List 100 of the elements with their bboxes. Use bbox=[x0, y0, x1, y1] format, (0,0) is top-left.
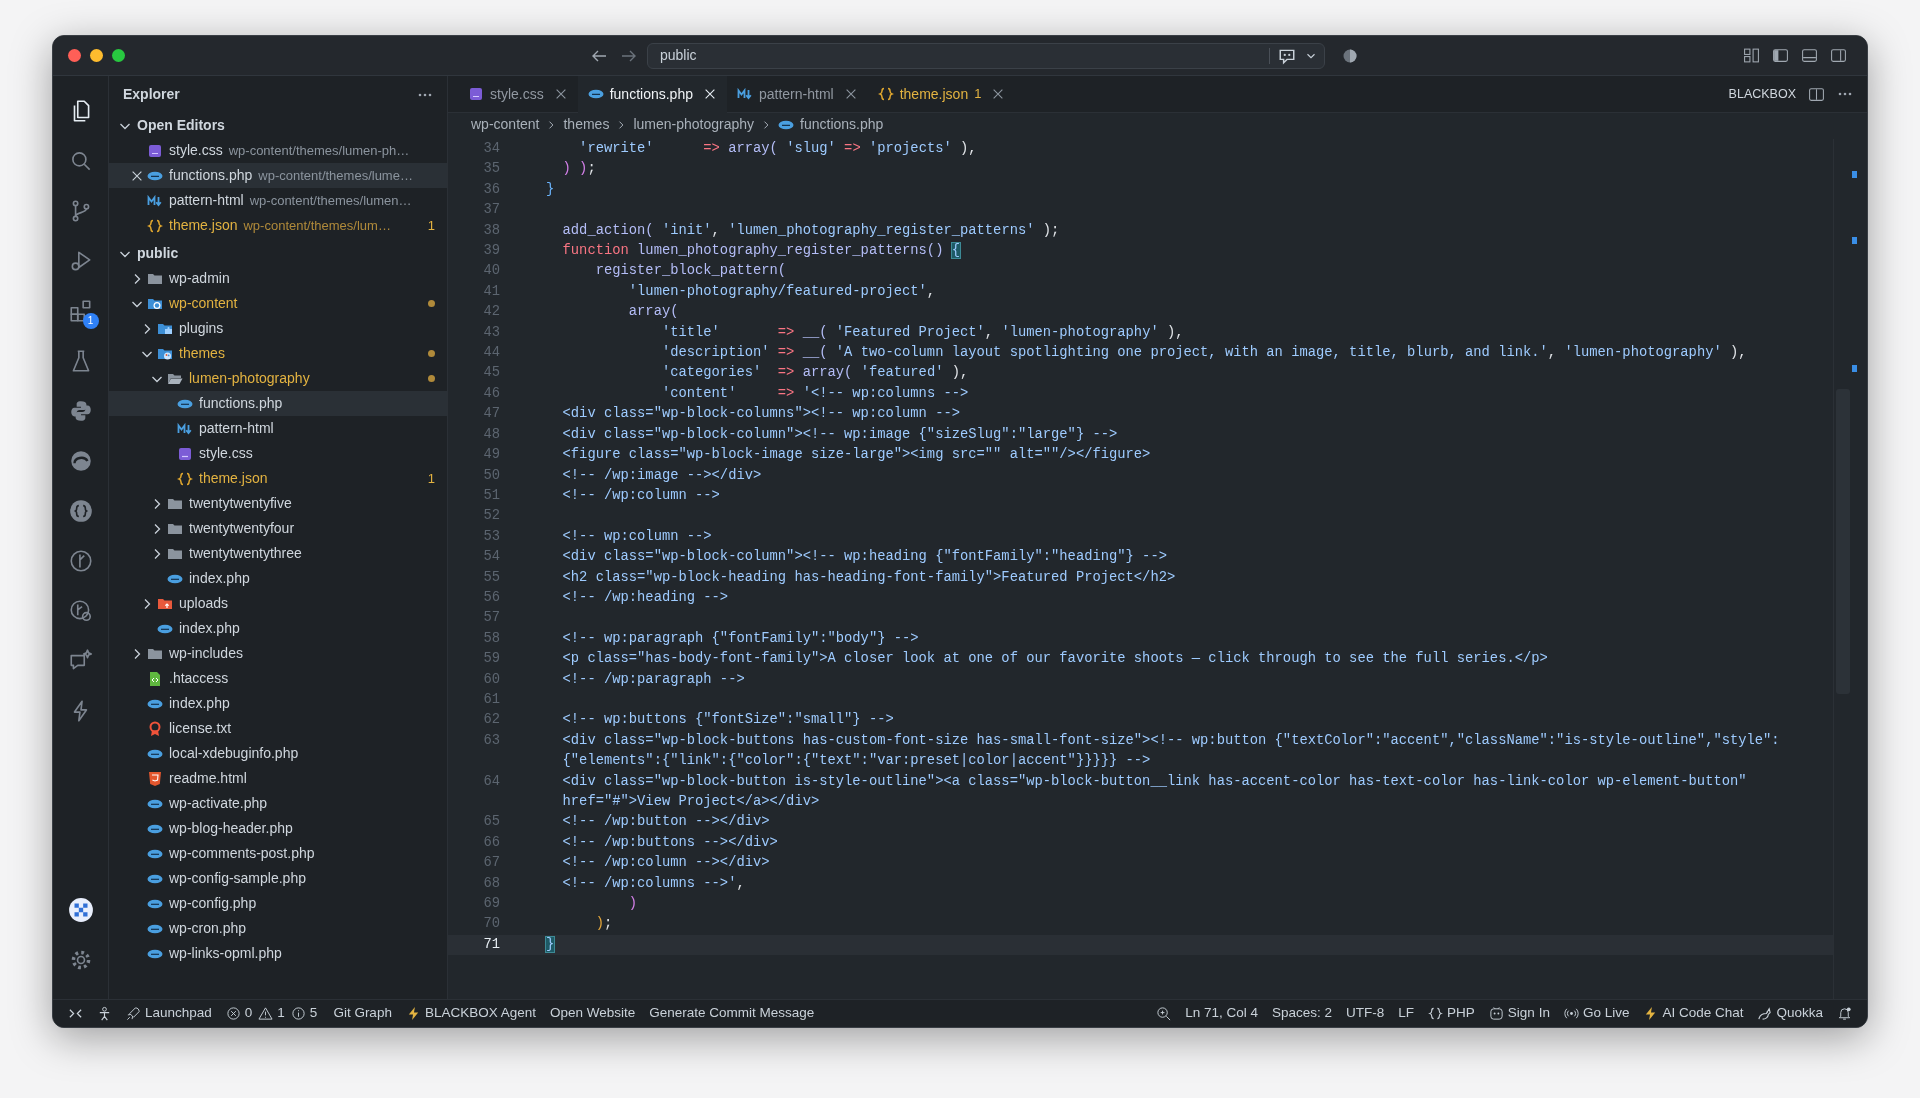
layout-icon[interactable] bbox=[1743, 47, 1760, 64]
braces-icon bbox=[1428, 1006, 1444, 1021]
file-tree-item[interactable]: wp-links-opml.php bbox=[109, 941, 447, 966]
file-tree-item[interactable]: wp-cron.php bbox=[109, 916, 447, 941]
file-tree-item[interactable]: wp-admin bbox=[109, 266, 447, 291]
blackbox-button[interactable]: BLACKBOX bbox=[1722, 75, 1802, 113]
section-header[interactable]: public bbox=[109, 241, 447, 266]
code-line: <div class="wp-block-columns"><!-- wp:column --> bbox=[561, 405, 960, 424]
status-bar-item[interactable]: Generate Commit Message bbox=[642, 1001, 822, 1026]
status-bar-item[interactable]: Ln 71, Col 4 bbox=[1178, 1001, 1266, 1026]
line-number: 61 bbox=[482, 690, 500, 709]
code-line: <div class="wp-block-buttons has-custom-font-size has-small-font-size"><!-- wp:button {"textColor":"accent","className":"is-style-outline","style": {"elements":{"link":{"color":{"text":"var:preset|color|accent"}}}}} --> bbox=[561, 731, 1780, 771]
status-bar-item[interactable]: LF bbox=[1391, 1001, 1422, 1026]
file-tree-item[interactable]: theme.json 1 bbox=[109, 466, 447, 491]
status-bar-item[interactable]: Sign In bbox=[1481, 1001, 1557, 1026]
open-editor-item[interactable]: functions.php wp-content/themes/lume… bbox=[109, 163, 447, 188]
file-tree-item[interactable]: wp-blog-header.php bbox=[109, 816, 447, 841]
account-icon bbox=[1488, 1006, 1504, 1021]
avatar-icon[interactable] bbox=[67, 897, 94, 923]
editor-tab[interactable]: style.css bbox=[458, 75, 578, 113]
line-number: 38 bbox=[482, 221, 500, 240]
line-number: 44 bbox=[482, 344, 500, 363]
close-icon[interactable] bbox=[703, 87, 717, 101]
line-number: 59 bbox=[482, 650, 500, 669]
file-tree-item[interactable]: .htaccess bbox=[109, 666, 447, 691]
open-editor-item[interactable]: style.css wp-content/themes/lumen-ph… bbox=[109, 138, 447, 163]
status-bar-item[interactable]: Open Website bbox=[543, 1001, 643, 1026]
section-header[interactable]: Open Editors bbox=[109, 113, 447, 138]
file-tree-item[interactable]: local-xdebuginfo.php bbox=[109, 741, 447, 766]
error-icon bbox=[225, 1006, 241, 1021]
problem-count: 1 bbox=[427, 216, 435, 235]
code-line: } bbox=[546, 180, 555, 199]
file-tree-item[interactable]: wp-config.php bbox=[109, 891, 447, 916]
broadcast-icon bbox=[1563, 1006, 1579, 1021]
file-tree-item[interactable]: functions.php bbox=[109, 391, 447, 416]
file-tree-item[interactable]: index.php bbox=[109, 566, 447, 591]
file-tree-item[interactable]: wp-activate.php bbox=[109, 791, 447, 816]
status-bar-item[interactable]: AI Code Chat bbox=[1636, 1001, 1751, 1026]
file-tree-item[interactable]: themes bbox=[109, 341, 447, 366]
open-editor-item[interactable]: pattern-html wp-content/themes/lumen… bbox=[109, 188, 447, 213]
file-tree-item[interactable]: lumen-photography bbox=[109, 366, 447, 391]
file-tree-item[interactable]: index.php bbox=[109, 616, 447, 641]
file-tree-item[interactable]: index.php bbox=[109, 691, 447, 716]
editor-tab[interactable]: functions.php bbox=[577, 75, 727, 113]
breadcrumb-item[interactable]: functions.php bbox=[778, 114, 884, 135]
breadcrumb-item[interactable]: lumen-photography bbox=[633, 114, 755, 135]
file-tree-item[interactable]: pattern-html bbox=[109, 416, 447, 441]
file-tree-item[interactable]: wp-content bbox=[109, 291, 447, 316]
close-button[interactable] bbox=[68, 49, 81, 62]
line-number: 60 bbox=[482, 670, 500, 689]
status-bar-item[interactable]: Launchpad bbox=[119, 1001, 219, 1026]
breadcrumb-item[interactable]: wp-content bbox=[471, 114, 540, 135]
editor-tab[interactable]: theme.json 1 bbox=[867, 75, 1016, 113]
status-bar-item[interactable]: Spaces: 2 bbox=[1265, 1001, 1340, 1026]
code-line: <p class="has-body-font-family">A closer look at one of our favorite shoots — click through to see the full series.</p> bbox=[561, 650, 1548, 669]
file-tree-item[interactable]: wp-includes bbox=[109, 641, 447, 666]
bell-icon bbox=[1837, 1006, 1852, 1021]
status-bar-item[interactable]: Quokka bbox=[1750, 1001, 1830, 1026]
file-path: wp-content/themes/lumen… bbox=[249, 191, 412, 210]
maximize-button[interactable] bbox=[112, 49, 125, 62]
minimize-button[interactable] bbox=[90, 49, 103, 62]
change-dot bbox=[428, 375, 435, 382]
file-tree-item[interactable]: twentytwentythree bbox=[109, 541, 447, 566]
secondary-sidebar-icon[interactable] bbox=[1830, 47, 1847, 64]
line-number: 64 bbox=[482, 772, 500, 791]
code-line: <!-- /wp:button --></div> bbox=[561, 813, 770, 832]
status-bar-item[interactable]: BLACKBOX Agent bbox=[398, 1001, 543, 1026]
file-tree-item[interactable]: wp-config-sample.php bbox=[109, 866, 447, 891]
git-graph-icon[interactable] bbox=[67, 548, 94, 574]
panel-toggle-icon[interactable] bbox=[1801, 47, 1818, 64]
status-bar-item[interactable]: PHP bbox=[1421, 1001, 1482, 1026]
file-tree-item[interactable]: style.css bbox=[109, 441, 447, 466]
status-bar-item[interactable]: Git Graph bbox=[326, 1001, 399, 1026]
code-line: <div class="wp-block-column"><!-- wp:heading {"fontFamily":"heading"} --> bbox=[561, 548, 1167, 567]
json-icon[interactable] bbox=[67, 498, 94, 524]
file-tree-item[interactable]: uploads bbox=[109, 591, 447, 616]
problems-button[interactable]: 0 1 5 bbox=[218, 1001, 327, 1026]
split-editor-icon[interactable] bbox=[1808, 85, 1825, 103]
sidebar-toggle-icon[interactable] bbox=[1772, 47, 1789, 64]
file-tree-item[interactable]: twentytwentyfour bbox=[109, 516, 447, 541]
search-field[interactable]: public bbox=[647, 42, 1325, 69]
file-tree-item[interactable]: wp-comments-post.php bbox=[109, 841, 447, 866]
css-file-icon bbox=[468, 86, 484, 102]
breadcrumb-item[interactable]: themes bbox=[563, 114, 610, 135]
line-number: 67 bbox=[482, 854, 500, 873]
circle-icon[interactable] bbox=[1342, 47, 1358, 64]
overview-ruler-mark bbox=[1852, 365, 1857, 372]
file-tree-item[interactable]: readme.html bbox=[109, 766, 447, 791]
open-editor-item[interactable]: theme.json wp-content/themes/lum… 1 bbox=[109, 213, 447, 238]
editor-tab[interactable]: pattern-html bbox=[727, 75, 868, 113]
code-line: <!-- /wp:image --></div> bbox=[561, 466, 762, 485]
zoom-icon bbox=[1156, 1006, 1172, 1021]
status-bar-item[interactable]: UTF-8 bbox=[1339, 1001, 1392, 1026]
code-line: ) ); bbox=[561, 160, 596, 179]
file-tree-item[interactable]: license.txt bbox=[109, 716, 447, 741]
line-number: 68 bbox=[482, 874, 500, 893]
status-bar-item[interactable]: Go Live bbox=[1556, 1001, 1637, 1026]
file-tree-item[interactable]: twentytwentyfive bbox=[109, 491, 447, 516]
file-tree-item[interactable]: plugins bbox=[109, 316, 447, 341]
markdown-icon bbox=[737, 86, 753, 102]
